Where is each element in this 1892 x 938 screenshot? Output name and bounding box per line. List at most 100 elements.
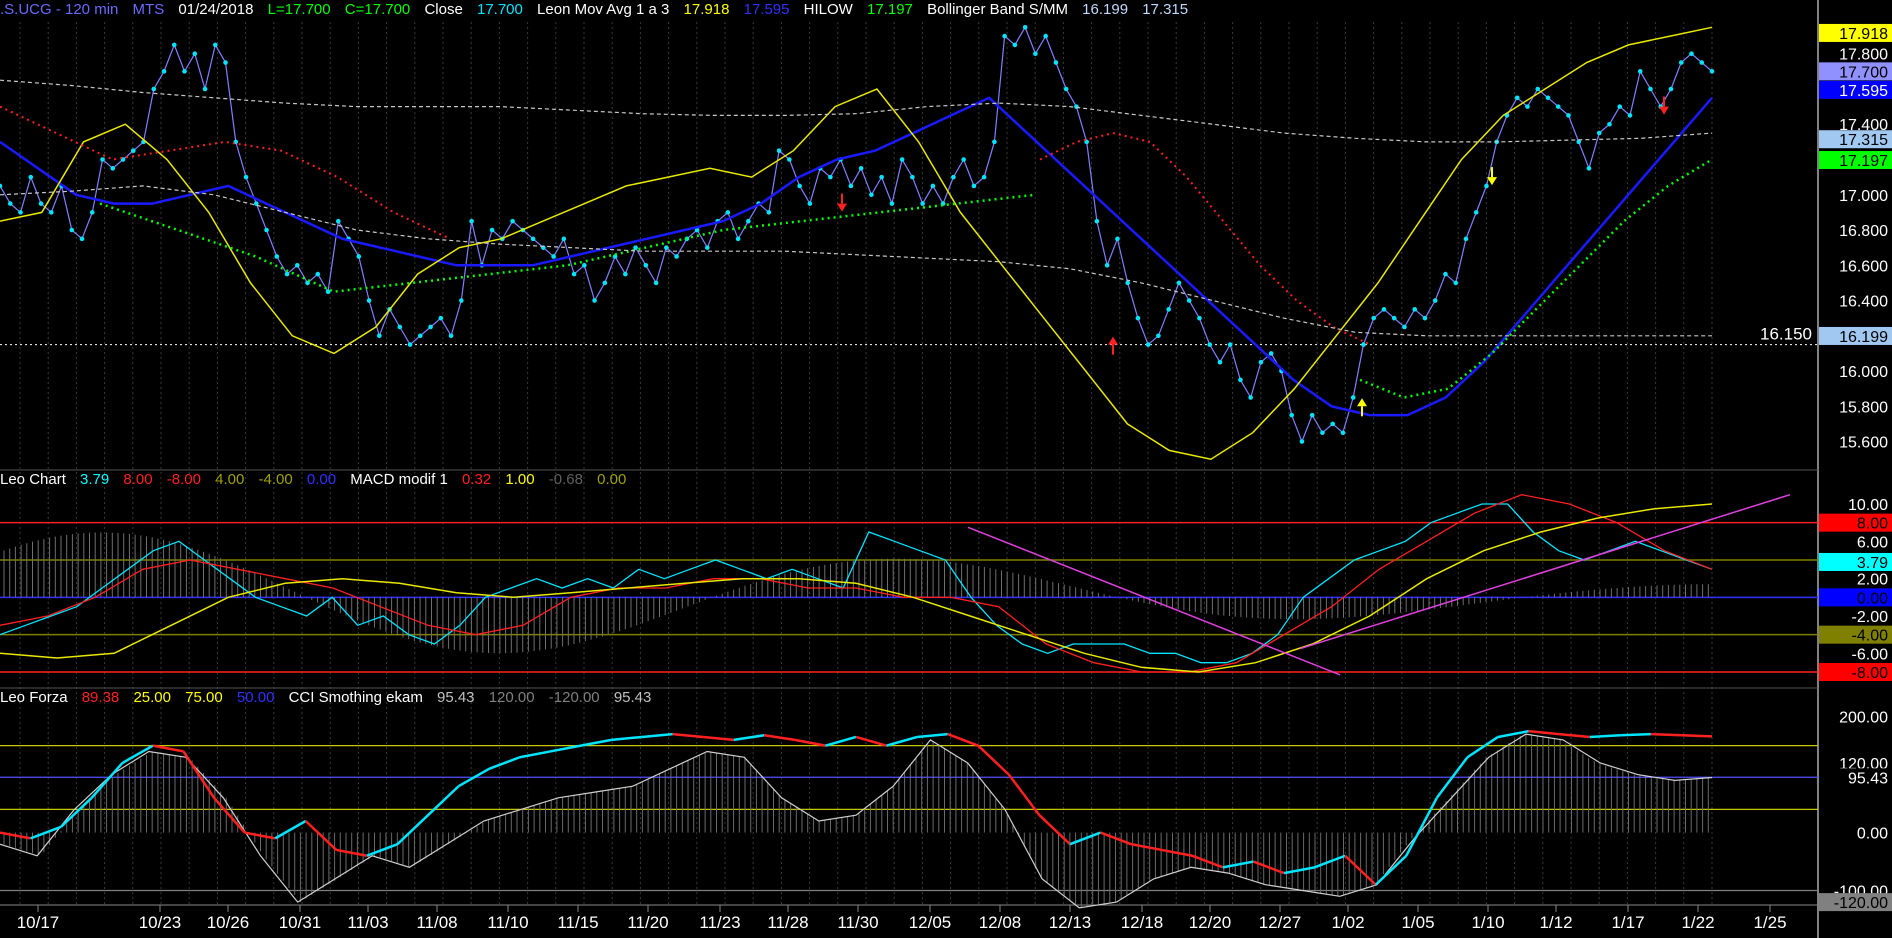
price-point <box>28 174 34 180</box>
price-point <box>1320 430 1325 436</box>
axis-value-tag-label: -120.00 <box>1834 895 1888 912</box>
price-point <box>366 298 372 303</box>
price-point <box>1525 104 1530 109</box>
price-point <box>992 139 997 145</box>
axis-value-tag-label: 17.918 <box>1839 26 1888 43</box>
price-point <box>182 69 187 74</box>
price-point <box>1145 342 1151 347</box>
price-point <box>1678 60 1684 65</box>
price-point <box>1197 315 1202 321</box>
price-point <box>1268 351 1274 356</box>
forza-header: Leo Forza 89.38 25.00 75.00 50.00 CCI Sm… <box>0 688 661 708</box>
price-point <box>1330 421 1335 427</box>
macd-tick-label: -2.00 <box>1852 609 1889 626</box>
price-point <box>397 324 403 330</box>
price-point <box>1043 33 1048 39</box>
price-point <box>705 245 710 250</box>
source-label: MTS <box>132 1 165 18</box>
price-point <box>797 183 802 189</box>
price-point <box>1391 315 1397 321</box>
price-point <box>551 254 556 259</box>
price-point <box>1022 24 1028 30</box>
price-point <box>100 157 105 162</box>
price-tick-label: 15.600 <box>1839 435 1888 452</box>
price-tick-label: 16.400 <box>1839 294 1888 311</box>
axis-value-tag-label: 17.700 <box>1839 64 1888 81</box>
price-point <box>489 227 495 233</box>
price-point <box>1186 298 1192 303</box>
x-tick-label: 1/05 <box>1401 913 1434 932</box>
price-series-hilow_green_2 <box>1359 158 1713 399</box>
price-point <box>1115 236 1120 242</box>
price-header: .S.UCG - 120 min MTS 01/24/2018 L=17.700… <box>0 0 1198 20</box>
price-point <box>469 218 474 224</box>
price-point <box>664 245 669 250</box>
boll-val-1: 16.199 <box>1082 1 1129 18</box>
forza-line-segment <box>519 750 551 759</box>
price-series-leon_avg_blue <box>0 96 1713 417</box>
x-tick-label: 10/23 <box>139 913 182 932</box>
x-tick-label: 1/25 <box>1753 913 1786 932</box>
price-point <box>879 174 884 180</box>
leo-forza-label: Leo Forza <box>0 689 68 706</box>
price-point <box>1566 113 1571 118</box>
price-tick-label: 15.800 <box>1839 399 1888 416</box>
macd-m1: 0.32 <box>462 471 492 488</box>
price-point <box>1309 412 1315 418</box>
price-point <box>1648 86 1653 92</box>
x-tick-label: 1/12 <box>1539 913 1572 932</box>
price-point <box>1227 342 1233 347</box>
macd-header: Leo Chart 3.79 8.00 -8.00 4.00 -4.00 0.0… <box>0 470 636 490</box>
cci-line <box>0 733 1713 909</box>
price-point <box>315 271 321 277</box>
price-point <box>89 210 95 215</box>
price-point <box>1514 95 1520 101</box>
signal-arrow-head <box>1357 398 1367 407</box>
forza-line-segment <box>886 735 918 747</box>
axis-value-tag-label: 8.00 <box>1857 516 1888 533</box>
price-point <box>746 218 751 224</box>
price-point <box>1412 307 1418 312</box>
forza-line-segment <box>703 735 734 742</box>
macd-tick-label: 2.00 <box>1857 572 1888 589</box>
forza-line-segment <box>1222 860 1254 869</box>
x-tick-label: 1/22 <box>1681 913 1714 932</box>
forza-line-segment <box>213 796 246 834</box>
forza-line-segment <box>1589 733 1621 739</box>
price-point <box>1535 86 1541 92</box>
price-point <box>325 289 331 295</box>
forza-line-segment <box>396 814 429 846</box>
forza-line-segment <box>1130 842 1162 852</box>
price-tick-label: 16.800 <box>1839 223 1888 240</box>
boll-label: Bollinger Band S/MM <box>927 1 1068 18</box>
price-point <box>223 60 228 65</box>
price-point <box>428 324 433 330</box>
macd-m2: 1.00 <box>505 471 535 488</box>
x-tick-label: 12/27 <box>1259 913 1302 932</box>
cci-c2: 120.00 <box>488 689 535 706</box>
forza-line-segment <box>672 732 704 739</box>
price-tick-label: 17.000 <box>1839 188 1888 205</box>
forza-line-segment <box>304 820 338 851</box>
price-point <box>643 262 649 268</box>
price-point <box>1156 333 1161 339</box>
forza-line-segment <box>855 735 887 747</box>
x-tick-label: 12/05 <box>909 913 952 932</box>
signal-arrow-head <box>1487 177 1497 186</box>
price-point <box>910 174 915 180</box>
macd-m3: -0.68 <box>548 471 583 488</box>
price-point <box>1371 315 1377 321</box>
price-point <box>459 298 464 303</box>
price-point <box>1166 307 1171 312</box>
price-point <box>1453 280 1459 286</box>
forza-line-segment <box>794 738 826 747</box>
leo-chart-v1: 3.79 <box>80 471 110 488</box>
x-tick-label: 11/30 <box>837 913 878 932</box>
price-point <box>79 236 85 242</box>
price-point <box>1258 359 1264 365</box>
axis-value-tag-label: -8.00 <box>1852 665 1889 682</box>
price-point <box>725 210 731 215</box>
forza-line-segment <box>1620 732 1651 737</box>
price-point <box>243 174 249 180</box>
forza-line-segment <box>764 733 796 742</box>
